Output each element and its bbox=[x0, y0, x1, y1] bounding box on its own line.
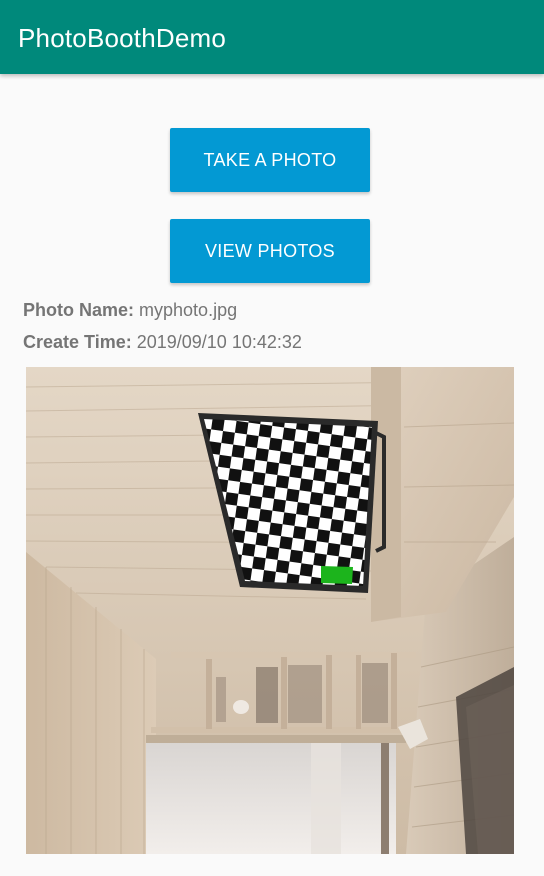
app-bar: PhotoBoothDemo bbox=[0, 0, 544, 74]
photo-name-row: Photo Name: myphoto.jpg bbox=[23, 299, 237, 321]
take-photo-button[interactable]: TAKE A PHOTO bbox=[170, 128, 370, 192]
view-photos-button[interactable]: VIEW PHOTOS bbox=[170, 219, 370, 283]
photo-name-label: Photo Name: bbox=[23, 300, 135, 320]
create-time-row: Create Time: 2019/09/10 10:42:32 bbox=[23, 331, 302, 353]
photo-preview bbox=[26, 367, 514, 854]
app-title: PhotoBoothDemo bbox=[18, 23, 227, 53]
create-time-label: Create Time: bbox=[23, 332, 132, 352]
create-time-value: 2019/09/10 10:42:32 bbox=[136, 332, 302, 352]
photo-name-value: myphoto.jpg bbox=[139, 300, 238, 320]
